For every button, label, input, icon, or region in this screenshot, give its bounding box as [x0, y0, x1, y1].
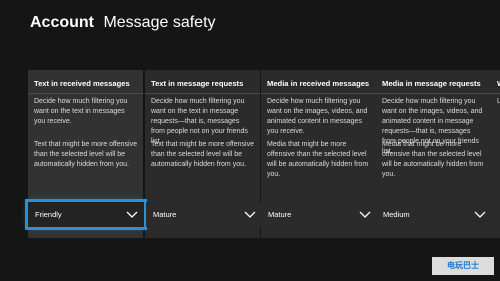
- panel-title: Text in received messages: [34, 79, 130, 88]
- chevron-down-icon: [474, 211, 486, 218]
- chevron-down-icon: [126, 211, 138, 218]
- panel-note: Media that might be more offensive than …: [267, 141, 369, 178]
- divider: [261, 93, 376, 94]
- dropdown-partial[interactable]: [491, 202, 500, 227]
- header-section: Account: [30, 14, 94, 31]
- dropdown-media-requests[interactable]: Medium: [376, 202, 492, 227]
- panel-description: Decide how much filtering you want on th…: [34, 98, 128, 125]
- dropdown-text-requests[interactable]: Mature: [146, 202, 262, 227]
- panel-note: Media that might be more offensive than …: [382, 141, 484, 178]
- panel-title: Text in message requests: [151, 79, 244, 88]
- dropdown-value: Mature: [153, 210, 177, 219]
- panel-title: Media in message requests: [382, 79, 481, 88]
- panel-title: Media in received messages: [267, 79, 370, 88]
- chevron-down-icon: [359, 211, 371, 218]
- dropdown-media-received[interactable]: Mature: [261, 202, 377, 227]
- chevron-down-icon: [244, 211, 256, 218]
- divider: [491, 93, 500, 94]
- dropdown-value: Medium: [383, 210, 410, 219]
- panel-note: Text that might be more offensive than t…: [151, 141, 254, 168]
- panel-description: Decide how much filtering you want on th…: [267, 98, 368, 135]
- panel-note: Text that might be more offensive than t…: [34, 141, 137, 168]
- page-header: Account Message safety: [30, 14, 216, 32]
- dropdown-value: Friendly: [35, 210, 62, 219]
- dropdown-text-received[interactable]: Friendly: [25, 199, 147, 230]
- divider: [376, 93, 491, 94]
- dropdown-value: Mature: [268, 210, 292, 219]
- divider: [28, 93, 143, 94]
- header-page-title: Message safety: [103, 14, 216, 31]
- divider: [145, 93, 260, 94]
- watermark-logo: 电玩巴士: [432, 257, 494, 275]
